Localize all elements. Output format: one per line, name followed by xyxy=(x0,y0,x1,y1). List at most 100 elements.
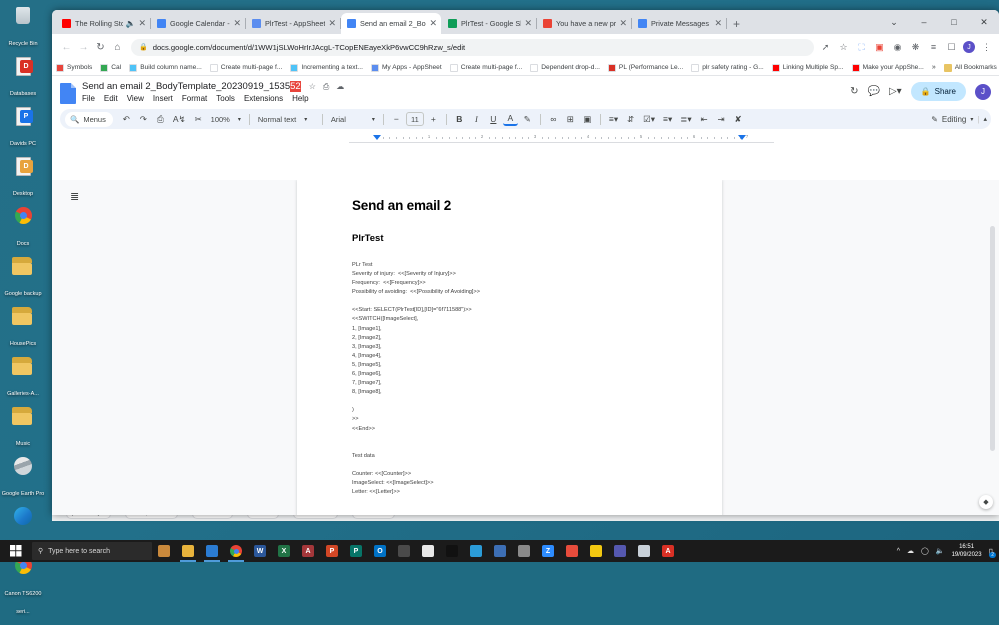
checklist-icon[interactable]: ☑▾ xyxy=(640,111,658,127)
taskbar-sibelius-icon[interactable] xyxy=(416,540,440,562)
insert-link-icon[interactable]: ∞ xyxy=(546,111,561,127)
bookmark-star-icon[interactable]: ☆ xyxy=(837,41,850,54)
sidepanel-icon[interactable]: ☐ xyxy=(945,41,958,54)
bookmark-10[interactable]: Linking Multiple Sp... xyxy=(772,64,844,72)
taskbar-file-explorer-icon[interactable] xyxy=(176,540,200,562)
taskbar-paint-icon[interactable] xyxy=(560,540,584,562)
desktop-icon-canon-ts6200-seri[interactable]: Canon TS6200 seri... xyxy=(0,557,46,618)
clear-formatting-icon[interactable]: ✘ xyxy=(731,111,746,127)
taskbar-calculator-icon[interactable] xyxy=(392,540,416,562)
taskbar-powerpoint-icon[interactable]: P xyxy=(320,540,344,562)
forward-button[interactable]: → xyxy=(75,42,92,53)
taskbar-access-icon[interactable]: A xyxy=(296,540,320,562)
share-icon[interactable]: ➚ xyxy=(819,41,832,54)
tab-close-icon[interactable]: ✕ xyxy=(429,18,437,29)
taskbar-outlook-icon[interactable]: O xyxy=(368,540,392,562)
move-to-folder-icon[interactable]: ⎙ xyxy=(323,82,329,92)
menu-item-view[interactable]: View xyxy=(127,94,144,103)
bookmark-6[interactable]: Create multi-page f... xyxy=(450,64,523,72)
decrease-indent-icon[interactable]: ⇤ xyxy=(697,111,712,127)
horizontal-ruler[interactable]: 1234567 xyxy=(349,133,774,143)
menu-item-insert[interactable]: Insert xyxy=(153,94,173,103)
taskbar-chrome-icon[interactable] xyxy=(224,540,248,562)
increase-indent-icon[interactable]: ⇥ xyxy=(714,111,729,127)
taskbar-powerbi-icon[interactable] xyxy=(584,540,608,562)
browser-tab-2[interactable]: PlrTest - AppSheet✕ xyxy=(246,13,340,34)
desktop-icon-docs[interactable]: Docs xyxy=(0,207,46,250)
camera-icon[interactable]: ◉ xyxy=(891,41,904,54)
chrome-profile-avatar[interactable]: J xyxy=(963,41,975,53)
home-button[interactable]: ⌂ xyxy=(109,42,126,53)
bookmark-8[interactable]: PL (Performance Le... xyxy=(608,64,683,72)
desktop-icon-housepics[interactable]: HousePics xyxy=(0,307,46,350)
explore-icon[interactable]: ◆ xyxy=(979,495,993,509)
chrome-menu-icon[interactable]: ⋮ xyxy=(980,41,993,54)
volume-icon[interactable]: 🔈 xyxy=(936,547,945,555)
bookmark-5[interactable]: My Apps - AppSheet xyxy=(371,64,442,72)
taskbar-terminal-icon[interactable] xyxy=(632,540,656,562)
browser-tab-3[interactable]: Send an email 2_BodyTempla...✕ xyxy=(341,13,441,34)
tab-close-icon[interactable]: ✕ xyxy=(619,18,627,29)
taskbar-photos-icon[interactable] xyxy=(464,540,488,562)
maximize-button[interactable]: □ xyxy=(939,10,969,34)
desktop-icon-music[interactable]: Music xyxy=(0,407,46,450)
underline-button[interactable]: U xyxy=(486,111,501,127)
bookmark-0[interactable]: Symbols xyxy=(56,64,92,72)
paint-format-icon[interactable]: ✂ xyxy=(191,111,206,127)
taskbar-book-icon[interactable] xyxy=(488,540,512,562)
taskbar-excel-icon[interactable]: X xyxy=(272,540,296,562)
desktop-icon-google-backup[interactable]: Google backup xyxy=(0,257,46,300)
cloud-saved-icon[interactable]: ☁ xyxy=(336,82,344,91)
document-outline-icon[interactable]: ≣ xyxy=(70,190,79,203)
reading-list-icon[interactable]: ≡ xyxy=(927,41,940,54)
bookmark-7[interactable]: Dependent drop-d... xyxy=(530,64,600,72)
version-history-icon[interactable]: ↻ xyxy=(850,86,858,97)
left-indent-marker[interactable] xyxy=(373,135,381,140)
taskbar-briefcase-icon[interactable] xyxy=(152,540,176,562)
menu-item-extensions[interactable]: Extensions xyxy=(244,94,283,103)
tab-close-icon[interactable]: ✕ xyxy=(714,18,722,29)
bulleted-list-icon[interactable]: ≡▾ xyxy=(660,111,675,127)
onedrive-icon[interactable]: ☁ xyxy=(907,547,914,555)
editing-mode-selector[interactable]: ✎ Editing ▾ | ▴ xyxy=(931,115,987,124)
desktop-icon-davids-pc[interactable]: PDavids PC xyxy=(0,107,46,150)
align-left-icon[interactable]: ≡▾ xyxy=(606,111,621,127)
bookmark-3[interactable]: Create multi-page f... xyxy=(210,64,283,72)
spellcheck-icon[interactable]: A↯ xyxy=(170,111,189,127)
tab-close-icon[interactable]: ✕ xyxy=(524,18,532,29)
new-tab-button[interactable]: + xyxy=(733,17,740,31)
undo-icon[interactable]: ↶ xyxy=(119,111,134,127)
menu-item-file[interactable]: File xyxy=(82,94,95,103)
taskbar-zoom-icon[interactable]: Z xyxy=(536,540,560,562)
zoom-select[interactable]: 100% ▾ xyxy=(208,111,244,127)
paragraph-style-select[interactable]: Normal text ▾ xyxy=(255,111,317,127)
network-icon[interactable]: ◯ xyxy=(921,547,929,555)
add-comment-icon[interactable]: ⊞ xyxy=(563,111,578,127)
taskbar-publisher-icon[interactable]: P xyxy=(344,540,368,562)
bold-button[interactable]: B xyxy=(452,111,467,127)
tab-close-icon[interactable]: ✕ xyxy=(328,18,336,29)
desktop-icon-galleries-a[interactable]: Galleries-A... xyxy=(0,357,46,400)
italic-button[interactable]: I xyxy=(469,111,484,127)
taskbar-autocad-icon[interactable]: A xyxy=(656,540,680,562)
highlight-pen-icon[interactable]: ✎ xyxy=(520,111,535,127)
taskbar-word-icon[interactable]: W xyxy=(248,540,272,562)
menus-search-button[interactable]: 🔍 Menus xyxy=(65,112,113,127)
reload-button[interactable]: ↻ xyxy=(92,42,109,53)
bookmark-4[interactable]: Incrementing a text... xyxy=(290,64,363,72)
windows-start-icon[interactable] xyxy=(0,540,32,562)
browser-tab-0[interactable]: The Rolling Stones - Wa...🔈✕ xyxy=(56,13,150,34)
bookmark-1[interactable]: Cal xyxy=(100,64,121,72)
bookmark-11[interactable]: Make your AppShe... xyxy=(852,64,924,72)
browser-tab-4[interactable]: PlrTest - Google Sheets✕ xyxy=(442,13,536,34)
star-icon[interactable]: ☆ xyxy=(309,82,316,91)
close-button[interactable]: ✕ xyxy=(969,10,999,34)
text-color-button[interactable]: A xyxy=(503,112,518,126)
meet-camera-icon[interactable]: ▷▾ xyxy=(889,86,902,97)
action-center-icon[interactable]: ▯ 2 xyxy=(989,547,993,556)
tab-close-icon[interactable]: ✕ xyxy=(138,18,146,29)
bookmarks-overflow-button[interactable]: » xyxy=(932,64,936,71)
numbered-list-icon[interactable]: ≣▾ xyxy=(677,111,694,127)
desktop-icon-desktop[interactable]: DDesktop xyxy=(0,157,46,200)
right-indent-marker[interactable] xyxy=(738,135,746,140)
